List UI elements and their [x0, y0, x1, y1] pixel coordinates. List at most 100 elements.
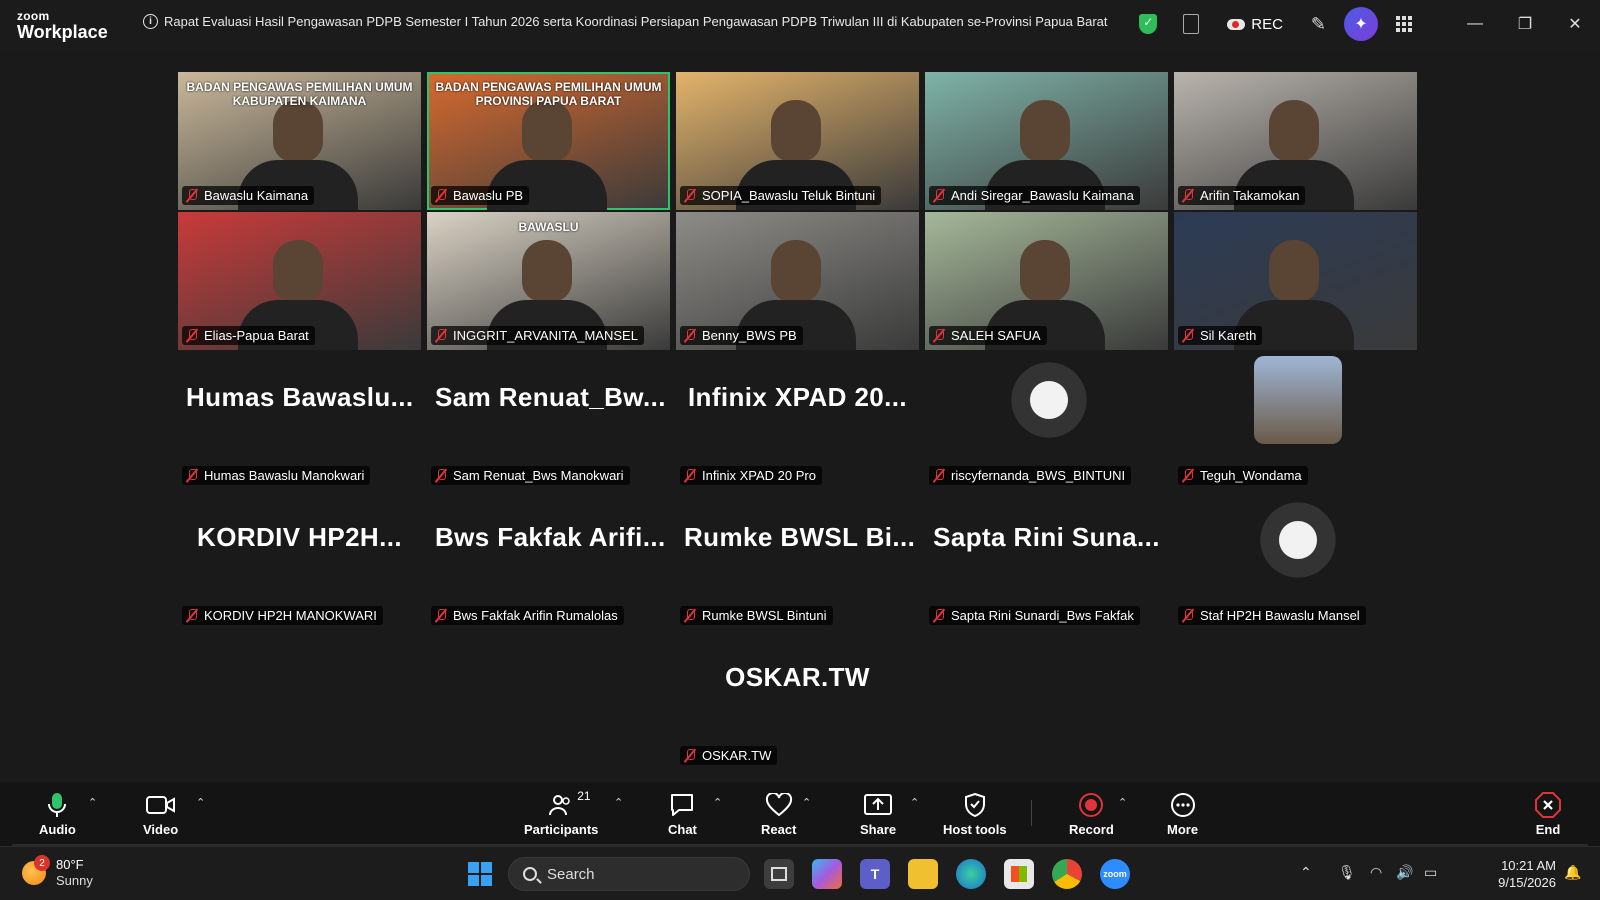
- participant-name: Sil Kareth: [1200, 328, 1257, 343]
- chat-button[interactable]: Chat: [668, 792, 697, 837]
- muted-mic-icon: [933, 329, 945, 342]
- copilot-icon[interactable]: [812, 859, 842, 889]
- video-button[interactable]: Video: [143, 792, 178, 837]
- windows-start-icon[interactable]: [465, 859, 495, 889]
- brand-top: zoom: [17, 9, 50, 23]
- cloud-recording-indicator[interactable]: REC: [1227, 16, 1283, 33]
- participant-video-figure: [1269, 100, 1319, 162]
- muted-mic-icon: [933, 189, 945, 202]
- participant-name-tag: Staf HP2H Bawaslu Mansel: [1178, 606, 1366, 625]
- muted-mic-icon: [435, 329, 447, 342]
- participant-tile[interactable]: Humas Bawaslu... Humas Bawaslu Manokwari: [178, 352, 421, 490]
- volume-icon[interactable]: 🔊: [1396, 864, 1413, 881]
- host-tools-label: Host tools: [943, 822, 1007, 837]
- end-button[interactable]: End: [1535, 792, 1561, 837]
- battery-icon[interactable]: ▭: [1424, 864, 1437, 881]
- participant-name-tag: Benny_BWS PB: [680, 326, 803, 345]
- more-button[interactable]: More: [1167, 792, 1198, 837]
- participant-tile[interactable]: Sam Renuat_Bw... Sam Renuat_Bws Manokwari: [427, 352, 670, 490]
- video-tile[interactable]: Arifin Takamokan: [1174, 72, 1417, 210]
- participant-tile[interactable]: OSKAR.TW OSKAR.TW: [676, 632, 919, 770]
- taskbar-clock[interactable]: 10:21 AM 9/15/2026: [1498, 857, 1556, 891]
- record-options-caret[interactable]: ⌃: [1118, 796, 1127, 809]
- restore-button[interactable]: ❐: [1500, 0, 1550, 48]
- video-tile[interactable]: BADAN PENGAWAS PEMILIHAN UMUM KABUPATEN …: [178, 72, 421, 210]
- background-banner-text: BADAN PENGAWAS PEMILIHAN UMUM PROVINSI P…: [435, 80, 662, 109]
- share-button[interactable]: Share: [860, 792, 896, 837]
- zoom-taskbar-icon[interactable]: zoom: [1100, 859, 1130, 889]
- video-tile[interactable]: Elias-Papua Barat: [178, 212, 421, 350]
- brand-bottom: Workplace: [17, 22, 108, 42]
- weather-widget[interactable]: 2 80°F Sunny: [22, 855, 93, 889]
- participant-name: Elias-Papua Barat: [204, 328, 309, 343]
- participant-name-tag: Arifin Takamokan: [1178, 186, 1306, 205]
- encryption-shield-icon[interactable]: [1139, 14, 1158, 34]
- task-view-icon[interactable]: [764, 859, 794, 889]
- info-icon[interactable]: i: [143, 14, 158, 29]
- video-tile[interactable]: Sil Kareth: [1174, 212, 1417, 350]
- audio-button[interactable]: Audio: [39, 792, 76, 837]
- participant-video-figure: [273, 240, 323, 302]
- chrome-icon[interactable]: [1052, 859, 1082, 889]
- magic-wand-icon[interactable]: ✎: [1311, 14, 1326, 35]
- video-tile[interactable]: SOPIA_Bawaslu Teluk Bintuni: [676, 72, 919, 210]
- meeting-title[interactable]: i Rapat Evaluasi Hasil Pengawasan PDPB S…: [143, 14, 1108, 29]
- participant-name: Arifin Takamokan: [1200, 188, 1300, 203]
- notes-icon[interactable]: [1183, 14, 1200, 34]
- participant-tile[interactable]: Bws Fakfak Arifi... Bws Fakfak Arifin Rum…: [427, 492, 670, 630]
- teams-icon[interactable]: T: [860, 859, 890, 889]
- audio-options-caret[interactable]: ⌃: [88, 796, 97, 809]
- muted-mic-icon: [933, 469, 945, 482]
- tray-overflow-icon[interactable]: ⌃: [1300, 864, 1312, 881]
- participant-tile[interactable]: Infinix XPAD 20... Infinix XPAD 20 Pro: [676, 352, 919, 490]
- host-tools-button[interactable]: Host tools: [943, 792, 1007, 837]
- participant-tile[interactable]: KORDIV HP2H... KORDIV HP2H MANOKWARI: [178, 492, 421, 630]
- participant-video-figure: [771, 240, 821, 302]
- notification-icon[interactable]: 🔔: [1564, 864, 1581, 881]
- chat-options-caret[interactable]: ⌃: [713, 796, 722, 809]
- store-icon[interactable]: [1004, 859, 1034, 889]
- wifi-icon[interactable]: ◠: [1370, 864, 1382, 881]
- share-options-caret[interactable]: ⌃: [910, 796, 919, 809]
- react-button[interactable]: React: [761, 792, 796, 837]
- minimize-button[interactable]: —: [1450, 0, 1500, 48]
- weather-badge: 2: [34, 855, 50, 871]
- close-button[interactable]: ✕: [1550, 0, 1600, 48]
- participant-display-name: Sapta Rini Suna...: [933, 522, 1160, 552]
- edge-icon[interactable]: [956, 859, 986, 889]
- participant-name: Humas Bawaslu Manokwari: [204, 468, 365, 483]
- video-tile[interactable]: Andi Siregar_Bawaslu Kaimana: [925, 72, 1168, 210]
- ai-companion-button[interactable]: ✦: [1344, 7, 1378, 41]
- participant-name-tag: SOPIA_Bawaslu Teluk Bintuni: [680, 186, 882, 205]
- chat-label: Chat: [668, 822, 697, 837]
- video-options-caret[interactable]: ⌃: [196, 796, 205, 809]
- weather-temp: 80°F: [56, 857, 84, 872]
- participants-options-caret[interactable]: ⌃: [614, 796, 623, 809]
- video-tile[interactable]: BADAN PENGAWAS PEMILIHAN UMUM PROVINSI P…: [427, 72, 670, 210]
- participant-tile[interactable]: Sapta Rini Suna... Sapta Rini Sunardi_Bws…: [925, 492, 1168, 630]
- participant-name: Teguh_Wondama: [1200, 468, 1302, 483]
- participant-name-tag: KORDIV HP2H MANOKWARI: [182, 606, 383, 625]
- participant-name: Sapta Rini Sunardi_Bws Fakfak: [951, 608, 1134, 623]
- record-button[interactable]: Record: [1069, 792, 1114, 837]
- participant-tile[interactable]: Staf HP2H Bawaslu Mansel: [1174, 492, 1417, 630]
- react-options-caret[interactable]: ⌃: [802, 796, 811, 809]
- microphone-tray-icon[interactable]: 🎙: [1338, 864, 1356, 881]
- participant-tile[interactable]: Rumke BWSL Bi... Rumke BWSL Bintuni: [676, 492, 919, 630]
- muted-mic-icon: [1182, 189, 1194, 202]
- video-tile[interactable]: BAWASLU INGGRIT_ARVANITA_MANSEL: [427, 212, 670, 350]
- share-label: Share: [860, 822, 897, 837]
- participant-name-tag: Bawaslu PB: [431, 186, 530, 205]
- share-screen-icon: [864, 792, 893, 818]
- participant-tile[interactable]: riscyfernanda_BWS_BINTUNI: [925, 352, 1168, 490]
- participant-name: Andi Siregar_Bawaslu Kaimana: [951, 188, 1134, 203]
- participants-button[interactable]: 21 Participants: [524, 789, 598, 837]
- file-explorer-icon[interactable]: [908, 859, 938, 889]
- video-tile[interactable]: Benny_BWS PB: [676, 212, 919, 350]
- video-tile[interactable]: SALEH SAFUA: [925, 212, 1168, 350]
- apps-grid-icon[interactable]: [1396, 16, 1412, 32]
- participant-tile[interactable]: Teguh_Wondama: [1174, 352, 1417, 490]
- taskbar-search[interactable]: Search: [508, 857, 750, 891]
- background-banner-text: BADAN PENGAWAS PEMILIHAN UMUM KABUPATEN …: [186, 80, 413, 109]
- muted-mic-icon: [435, 609, 447, 622]
